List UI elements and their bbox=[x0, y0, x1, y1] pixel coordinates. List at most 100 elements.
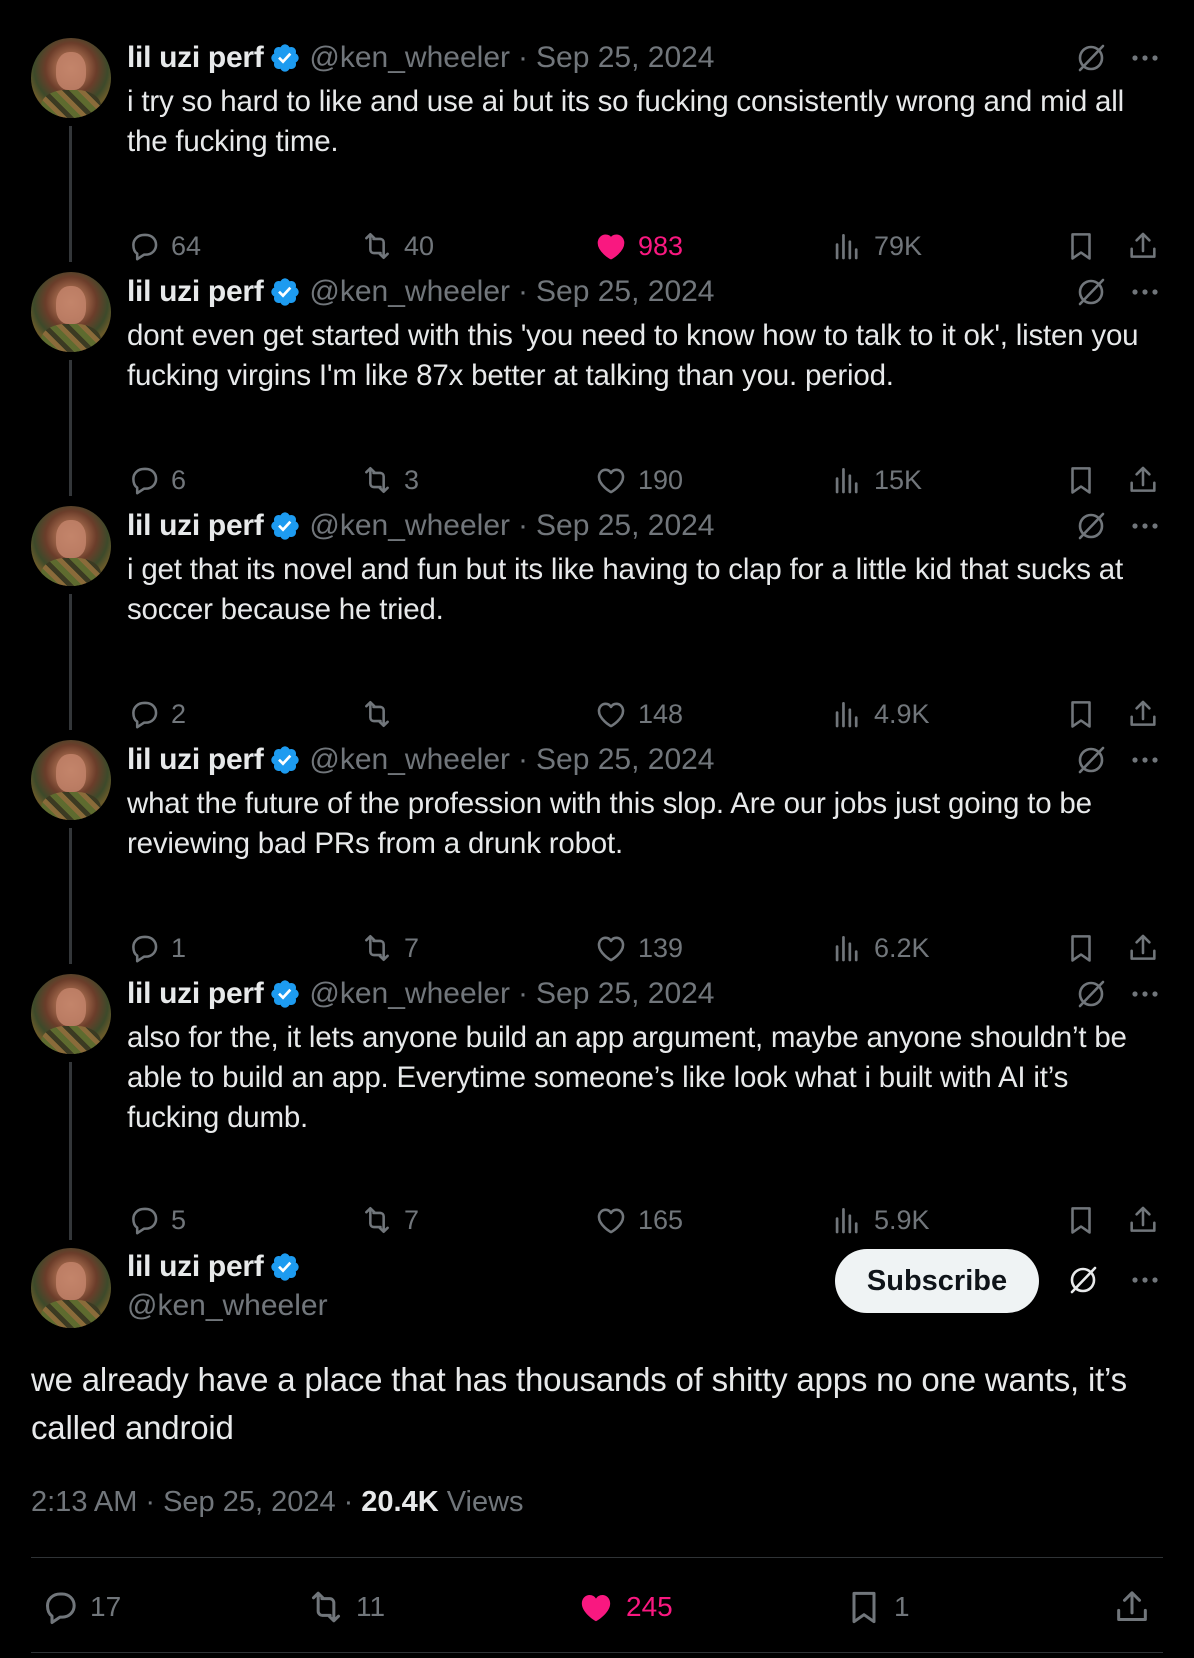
like-button[interactable]: 148 bbox=[594, 694, 683, 734]
like-count: 148 bbox=[638, 698, 684, 729]
main-tweet-text: we already have a place that has thousan… bbox=[31, 1361, 1127, 1446]
author-handle[interactable]: @ken_wheeler bbox=[309, 275, 510, 309]
more-dots-icon[interactable] bbox=[1128, 1263, 1162, 1297]
reply-button[interactable]: 1 bbox=[127, 928, 186, 968]
repost-arrows-icon bbox=[365, 466, 389, 494]
author-handle[interactable]: @ken_wheeler bbox=[309, 509, 510, 543]
bookmark-icon bbox=[1071, 935, 1091, 962]
tweet-actions: 6 3 190 15K bbox=[0, 460, 1194, 500]
share-button[interactable] bbox=[1126, 694, 1170, 734]
bar-chart-icon bbox=[835, 468, 858, 494]
reply-button[interactable]: 6 bbox=[127, 460, 186, 500]
more-dots-icon[interactable] bbox=[1128, 977, 1162, 1011]
grok-slash-icon[interactable] bbox=[1066, 1263, 1100, 1297]
author-name[interactable]: lil uzi perf bbox=[127, 41, 264, 75]
bar-chart-icon bbox=[835, 936, 858, 962]
repost-arrows-icon bbox=[365, 232, 389, 260]
like-button[interactable]: 165 bbox=[594, 1200, 683, 1240]
bookmark-icon bbox=[1071, 233, 1091, 260]
avatar[interactable] bbox=[31, 272, 111, 352]
author-handle[interactable]: @ken_wheeler bbox=[309, 41, 510, 75]
like-button[interactable]: 245 bbox=[576, 1585, 673, 1629]
repost-button[interactable]: 3 bbox=[360, 460, 419, 500]
tweet-meta: 2:13 AM · Sep 25, 2024 · 20.4K Views bbox=[31, 1486, 524, 1519]
bookmark-button[interactable] bbox=[1064, 1200, 1108, 1240]
bar-chart-icon bbox=[835, 234, 858, 260]
reply-button[interactable]: 5 bbox=[127, 1200, 186, 1240]
grok-slash-icon[interactable] bbox=[1074, 509, 1108, 543]
repost-button[interactable]: 7 bbox=[360, 1200, 419, 1240]
subscribe-button[interactable]: Subscribe bbox=[835, 1249, 1039, 1313]
speech-bubble-icon bbox=[132, 935, 158, 963]
avatar[interactable] bbox=[31, 38, 111, 118]
share-button[interactable] bbox=[1126, 928, 1170, 968]
tweet-date[interactable]: Sep 25, 2024 bbox=[536, 977, 715, 1011]
author-name[interactable]: lil uzi perf bbox=[127, 977, 264, 1011]
tweet-date[interactable]: Sep 25, 2024 bbox=[163, 1486, 336, 1519]
author-name[interactable]: lil uzi perf bbox=[127, 743, 264, 777]
avatar[interactable] bbox=[31, 506, 111, 586]
author-handle[interactable]: @ken_wheeler bbox=[309, 977, 510, 1011]
share-button[interactable] bbox=[1126, 226, 1170, 266]
author-name[interactable]: lil uzi perf bbox=[127, 509, 264, 543]
tweet-date[interactable]: Sep 25, 2024 bbox=[536, 275, 715, 309]
more-dots-icon[interactable] bbox=[1128, 509, 1162, 543]
tweet-date[interactable]: Sep 25, 2024 bbox=[536, 743, 715, 777]
share-button[interactable] bbox=[1126, 460, 1170, 500]
views-count: 79K bbox=[874, 230, 923, 261]
verified-badge-icon bbox=[271, 746, 300, 774]
more-dots-icon[interactable] bbox=[1128, 743, 1162, 777]
views-button[interactable]: 5.9K bbox=[830, 1200, 930, 1240]
avatar[interactable] bbox=[31, 974, 111, 1054]
author-handle[interactable]: @ken_wheeler bbox=[309, 743, 510, 777]
like-count: 245 bbox=[626, 1591, 673, 1622]
views-button[interactable]: 6.2K bbox=[830, 928, 930, 968]
share-button[interactable] bbox=[1112, 1585, 1162, 1629]
share-upload-icon bbox=[1130, 466, 1156, 492]
like-button[interactable]: 139 bbox=[594, 928, 683, 968]
repost-arrows-icon bbox=[365, 700, 389, 728]
main-author: lil uzi perf bbox=[127, 1250, 309, 1284]
reply-count: 6 bbox=[171, 464, 187, 495]
views-label: Views bbox=[446, 1486, 524, 1518]
main-avatar[interactable] bbox=[31, 1248, 111, 1328]
avatar[interactable] bbox=[31, 740, 111, 820]
bookmark-button[interactable] bbox=[1064, 928, 1108, 968]
views-count: 5.9K bbox=[874, 1204, 930, 1235]
more-dots-icon[interactable] bbox=[1128, 41, 1162, 75]
main-author-handle[interactable]: @ken_wheeler bbox=[127, 1289, 328, 1323]
views-button[interactable]: 15K bbox=[830, 460, 922, 500]
grok-slash-icon[interactable] bbox=[1074, 977, 1108, 1011]
tweet-time[interactable]: 2:13 AM bbox=[31, 1486, 137, 1519]
grok-slash-icon[interactable] bbox=[1074, 743, 1108, 777]
repost-button[interactable]: 40 bbox=[360, 226, 434, 266]
more-dots-icon[interactable] bbox=[1128, 275, 1162, 309]
views-button[interactable]: 4.9K bbox=[830, 694, 930, 734]
like-button[interactable]: 190 bbox=[594, 460, 683, 500]
reply-button[interactable]: 2 bbox=[127, 694, 186, 734]
reply-button[interactable]: 17 bbox=[40, 1585, 121, 1629]
bookmark-button[interactable] bbox=[1064, 694, 1108, 734]
tweet-date[interactable]: Sep 25, 2024 bbox=[536, 509, 715, 543]
bookmark-button[interactable] bbox=[1064, 460, 1108, 500]
bar-chart-icon bbox=[835, 1208, 858, 1234]
bookmark-button[interactable] bbox=[1064, 226, 1108, 266]
share-upload-icon bbox=[1130, 1206, 1156, 1232]
reply-count: 1 bbox=[171, 932, 187, 963]
speech-bubble-icon bbox=[132, 701, 158, 729]
tweet-date[interactable]: Sep 25, 2024 bbox=[536, 41, 715, 75]
reply-count: 64 bbox=[171, 230, 202, 261]
author-name[interactable]: lil uzi perf bbox=[127, 275, 264, 309]
like-button[interactable]: 983 bbox=[594, 226, 683, 266]
share-button[interactable] bbox=[1126, 1200, 1170, 1240]
grok-slash-icon[interactable] bbox=[1074, 41, 1108, 75]
main-author-name[interactable]: lil uzi perf bbox=[127, 1250, 264, 1284]
reply-button[interactable]: 64 bbox=[127, 226, 201, 266]
repost-button[interactable] bbox=[360, 694, 404, 734]
repost-button[interactable]: 7 bbox=[360, 928, 419, 968]
tweet-text: dont even get started with this 'you nee… bbox=[127, 319, 1139, 392]
grok-slash-icon[interactable] bbox=[1074, 275, 1108, 309]
bookmark-button[interactable]: 1 bbox=[844, 1585, 910, 1629]
repost-button[interactable]: 11 bbox=[306, 1585, 385, 1629]
views-button[interactable]: 79K bbox=[830, 226, 922, 266]
